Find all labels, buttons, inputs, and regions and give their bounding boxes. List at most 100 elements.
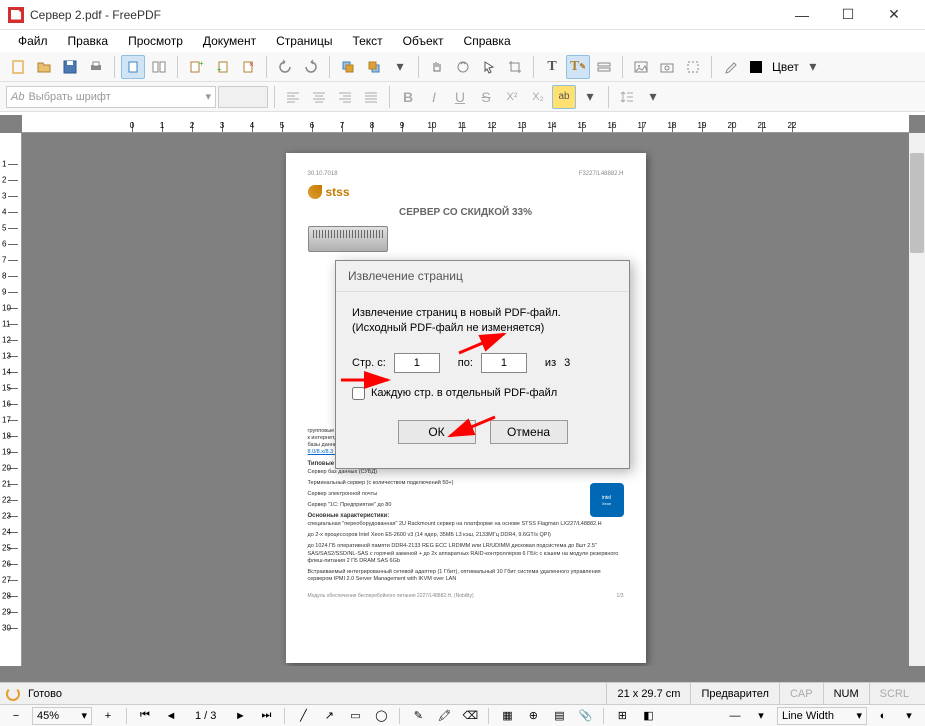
note-tool[interactable]: ▤ (549, 707, 569, 725)
line-tool[interactable]: ╱ (293, 707, 313, 725)
color-dropdown[interactable]: ▾ (801, 55, 825, 79)
menu-text[interactable]: Текст (344, 32, 390, 50)
menu-view[interactable]: Просмотр (120, 32, 191, 50)
layout-single-button[interactable] (121, 55, 145, 79)
subscript-button[interactable]: X₂ (526, 85, 550, 109)
to-page-input[interactable] (481, 353, 527, 373)
page-before-button[interactable]: + (184, 55, 208, 79)
minimize-button[interactable]: — (779, 0, 825, 30)
scrollbar-vertical[interactable] (909, 133, 925, 666)
strike-button[interactable]: S (474, 85, 498, 109)
from-page-input[interactable] (394, 353, 440, 373)
doc-char2: до 2-х процессоров Intel Xeon E5-2600 v3… (308, 532, 624, 539)
marker-tool[interactable]: 🖍 (434, 707, 454, 725)
to-label: по: (458, 357, 473, 369)
statusbar-lower: − 45%▾ + ⏮ ◄ 1 / 3 ► ⏭ ╱ ↗ ▭ ◯ ✎ 🖍 ⌫ ▦ ⊕… (0, 704, 925, 726)
status-preview[interactable]: Предварител (690, 683, 779, 704)
text-edit-tool[interactable]: T✎ (566, 55, 590, 79)
spacing-button[interactable] (615, 85, 639, 109)
align-right-button[interactable] (333, 85, 357, 109)
italic-button[interactable]: I (422, 85, 446, 109)
new-button[interactable] (6, 55, 30, 79)
intel-badge: intel Xeon (590, 483, 624, 517)
grid-tool[interactable]: ▦ (497, 707, 517, 725)
snapshot-tool[interactable] (655, 55, 679, 79)
open-button[interactable] (32, 55, 56, 79)
page-indicator: 1 / 3 (187, 710, 224, 722)
print-button[interactable] (84, 55, 108, 79)
next-page-button[interactable]: ► (230, 707, 250, 725)
pointer-tool[interactable] (477, 55, 501, 79)
linestyle-button[interactable]: — (725, 707, 745, 725)
measure-tool[interactable]: ⊞ (612, 707, 632, 725)
tool-x[interactable]: ◧ (638, 707, 658, 725)
server-image (308, 226, 388, 252)
opacity-dropdown[interactable]: ▾ (899, 707, 919, 725)
ready-icon (6, 687, 20, 701)
maximize-button[interactable]: ☐ (825, 0, 871, 30)
zoom-combo[interactable]: 45%▾ (32, 707, 92, 725)
layout-double-button[interactable] (147, 55, 171, 79)
prev-page-button[interactable]: ◄ (161, 707, 181, 725)
crop-tool[interactable] (503, 55, 527, 79)
eyedropper-tool[interactable] (718, 55, 742, 79)
rotate-right-button[interactable] (299, 55, 323, 79)
eraser-tool[interactable]: ⌫ (460, 707, 480, 725)
zoom-out-button[interactable]: − (6, 707, 26, 725)
highlight-button[interactable]: ab (552, 85, 576, 109)
doc-li2: Терминальный сервер (с количеством подкл… (308, 480, 624, 487)
total-pages: 3 (564, 357, 570, 369)
arrange-dropdown[interactable]: ▾ (388, 55, 412, 79)
arrow-tool[interactable]: ↗ (319, 707, 339, 725)
menu-pages[interactable]: Страницы (268, 32, 340, 50)
page-after-button[interactable]: + (210, 55, 234, 79)
menu-file[interactable]: Файл (10, 32, 56, 50)
doc-hdr-right: F3227/L48882.H (579, 171, 624, 177)
rotate-left-button[interactable] (273, 55, 297, 79)
send-back-button[interactable] (336, 55, 360, 79)
hand-tool[interactable] (425, 55, 449, 79)
align-justify-button[interactable] (359, 85, 383, 109)
separate-files-checkbox[interactable] (352, 387, 365, 400)
opacity-button[interactable]: ◐ (873, 707, 893, 725)
status-scrl: SCRL (869, 683, 919, 704)
clip-tool[interactable] (681, 55, 705, 79)
spacing-dropdown[interactable]: ▾ (641, 85, 665, 109)
superscript-button[interactable]: X² (500, 85, 524, 109)
align-center-button[interactable] (307, 85, 331, 109)
menu-help[interactable]: Справка (456, 32, 519, 50)
color-swatch[interactable] (744, 55, 768, 79)
menu-edit[interactable]: Правка (60, 32, 117, 50)
pencil-tool[interactable]: ✎ (408, 707, 428, 725)
bring-front-button[interactable] (362, 55, 386, 79)
menubar: Файл Правка Просмотр Документ Страницы Т… (0, 30, 925, 52)
highlight-dropdown[interactable]: ▾ (578, 85, 602, 109)
zoom-in-button[interactable]: + (98, 707, 118, 725)
menu-document[interactable]: Документ (195, 32, 264, 50)
align-left-button[interactable] (281, 85, 305, 109)
ellipse-tool[interactable]: ◯ (371, 707, 391, 725)
image-tool[interactable] (629, 55, 653, 79)
font-select[interactable]: Ab Выбрать шрифт ▾ (6, 86, 216, 108)
text-tool[interactable]: T (540, 55, 564, 79)
rotate-view-button[interactable] (451, 55, 475, 79)
page-delete-button[interactable]: × (236, 55, 260, 79)
linestyle-dropdown[interactable]: ▾ (751, 707, 771, 725)
doc-char1: специальная "переоборудованная" 2U Rackm… (308, 521, 624, 528)
rect-tool[interactable]: ▭ (345, 707, 365, 725)
menu-object[interactable]: Объект (395, 32, 452, 50)
close-button[interactable]: ✕ (871, 0, 917, 30)
save-button[interactable] (58, 55, 82, 79)
first-page-button[interactable]: ⏮ (135, 707, 155, 725)
attach-tool[interactable]: 📎 (575, 707, 595, 725)
cancel-button[interactable]: Отмена (490, 420, 568, 444)
form-tool[interactable] (592, 55, 616, 79)
color-label: Цвет (772, 60, 799, 74)
underline-button[interactable]: U (448, 85, 472, 109)
font-size-select[interactable] (218, 86, 268, 108)
ok-button[interactable]: ОК (398, 420, 476, 444)
linewidth-combo[interactable]: Line Width▾ (777, 707, 867, 725)
bold-button[interactable]: B (396, 85, 420, 109)
last-page-button[interactable]: ⏭ (256, 707, 276, 725)
stamp-tool[interactable]: ⊕ (523, 707, 543, 725)
